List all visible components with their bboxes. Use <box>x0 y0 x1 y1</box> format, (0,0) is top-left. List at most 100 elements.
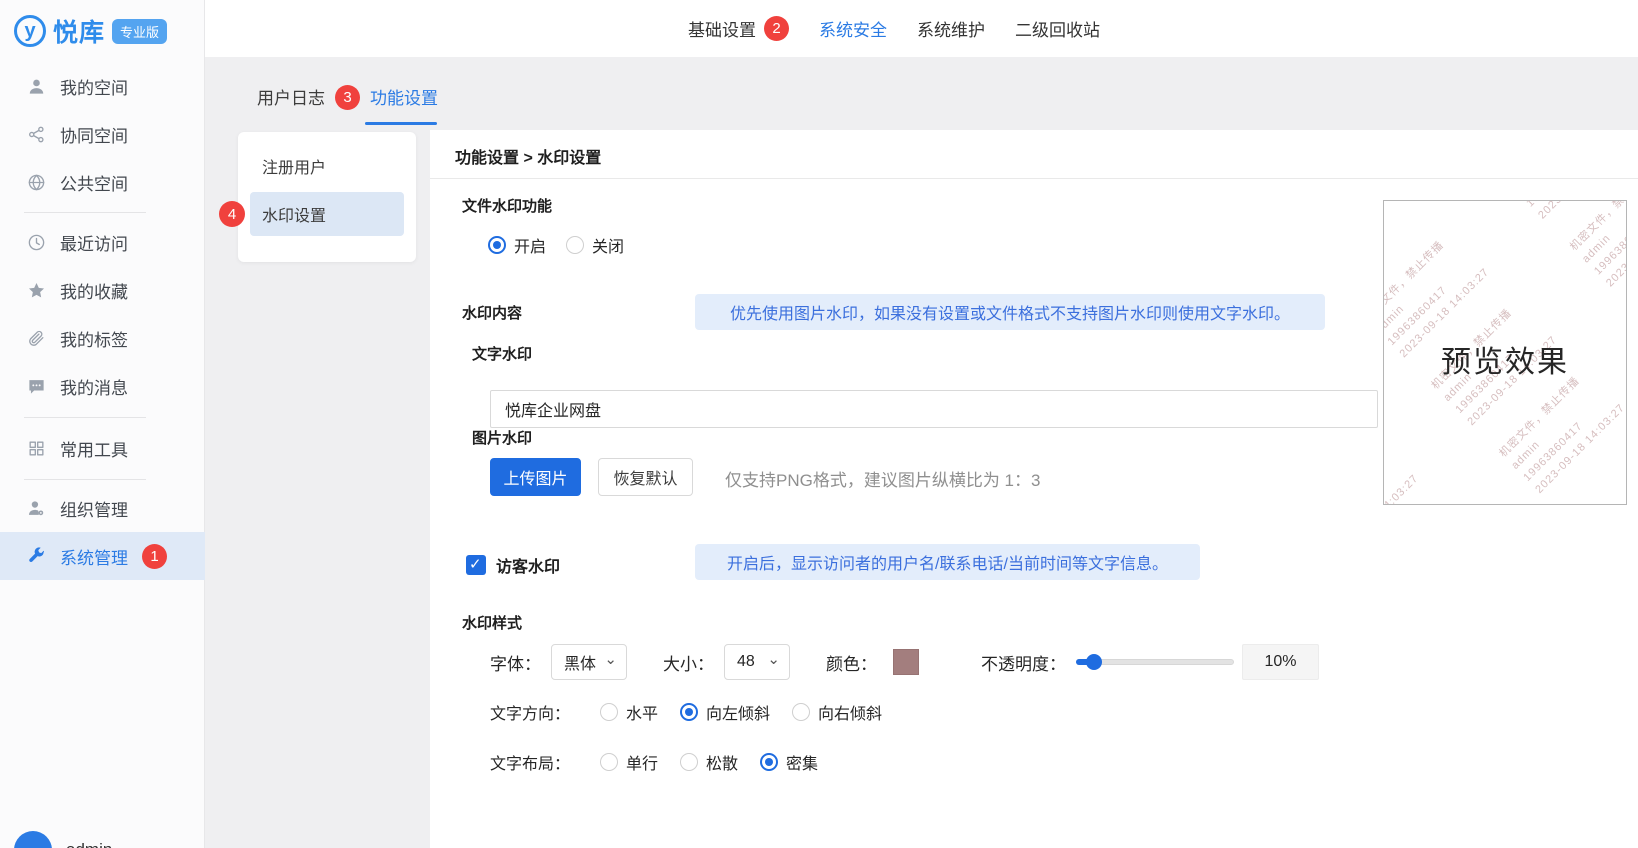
globe-icon <box>26 172 46 192</box>
settings-subnav: 注册用户 水印设置 4 <box>238 132 416 262</box>
text-layout-label: 文字布局： <box>490 750 570 774</box>
tab-user-logs[interactable]: 用户日志 <box>257 84 325 111</box>
watermark-sample-block: 机密文件，禁止传播 admin 19963860417 2023-09-18 1… <box>1383 414 1443 505</box>
top-nav-label: 基础设置 <box>688 16 756 41</box>
radio-label: 密集 <box>786 750 818 774</box>
visitor-watermark-checkbox-row[interactable]: 访客水印 <box>466 553 560 577</box>
radio-direction-tilt-right[interactable]: 向右倾斜 <box>792 700 882 724</box>
radio-layout-loose[interactable]: 松散 <box>680 750 738 774</box>
star-icon <box>26 280 46 300</box>
top-nav: 基础设置 2 系统安全 系统维护 二级回收站 <box>688 0 1100 57</box>
tab-label: 用户日志 <box>257 89 325 108</box>
step-badge-3: 3 <box>335 85 360 110</box>
sidebar-item-system-management[interactable]: 系统管理 1 <box>0 532 205 580</box>
watermark-sample-block: 机密文件，禁止传播 admin 19963860417 2023-09-18 1… <box>1567 200 1627 291</box>
radio-dot <box>566 236 584 254</box>
tab-function-settings[interactable]: 功能设置 <box>370 84 438 111</box>
size-select[interactable]: 48 <box>724 644 790 680</box>
radio-label: 向右倾斜 <box>818 700 882 724</box>
banner-text: 优先使用图片水印，如果没有设置或文件格式不支持图片水印则使用文字水印。 <box>730 300 1290 324</box>
watermark-content-label: 水印内容 <box>462 302 522 323</box>
paperclip-icon <box>26 328 46 348</box>
radio-dot <box>792 703 810 721</box>
image-watermark-label: 图片水印 <box>472 427 532 448</box>
file-watermark-radio-group: 开启 关闭 <box>488 233 624 257</box>
subnav-item-label: 水印设置 <box>262 202 326 226</box>
sidebar-item-my-space[interactable]: 我的空间 <box>0 64 205 108</box>
opacity-slider[interactable] <box>1076 654 1234 670</box>
user-icon <box>26 76 46 96</box>
sidebar-item-collab-space[interactable]: 协同空间 <box>0 112 205 156</box>
radio-dot <box>600 703 618 721</box>
panel-divider <box>430 178 1638 179</box>
grid-apps-icon <box>26 438 46 458</box>
brand-logo[interactable]: y 悦库 专业版 <box>14 13 167 49</box>
radio-layout-single-line[interactable]: 单行 <box>600 750 658 774</box>
subnav-item-watermark-settings[interactable]: 水印设置 <box>250 192 404 236</box>
sidebar-item-recent[interactable]: 最近访问 <box>0 220 205 264</box>
sidebar-item-public-space[interactable]: 公共空间 <box>0 160 205 204</box>
font-label: 字体： <box>490 650 541 675</box>
font-select-value: 黑体 <box>564 650 596 674</box>
watermark-preview-box: 机密文件，禁止传播 admin 19963860417 2023-09-18 1… <box>1383 200 1627 505</box>
top-nav-system-security[interactable]: 系统安全 <box>819 16 887 41</box>
radio-layout-dense[interactable]: 密集 <box>760 750 818 774</box>
sidebar-item-label: 协同空间 <box>60 122 128 147</box>
sidebar-user[interactable]: admin <box>14 831 112 848</box>
tab-label: 功能设置 <box>370 89 438 108</box>
sidebar-item-org-management[interactable]: 组织管理 <box>0 486 205 530</box>
radio-label: 向左倾斜 <box>706 700 770 724</box>
restore-default-button[interactable]: 恢复默认 <box>598 458 693 496</box>
sidebar-item-tags[interactable]: 我的标签 <box>0 316 205 360</box>
file-watermark-section-label: 文件水印功能 <box>462 195 552 216</box>
sidebar-item-tools[interactable]: 常用工具 <box>0 426 205 470</box>
app-root: 基础设置 2 系统安全 系统维护 二级回收站 y 悦库 专业版 我的 <box>0 0 1638 848</box>
sidebar-item-messages[interactable]: 我的消息 <box>0 364 205 408</box>
radio-direction-horizontal[interactable]: 水平 <box>600 700 658 724</box>
radio-label: 开启 <box>514 233 546 257</box>
top-nav-basic-settings[interactable]: 基础设置 2 <box>688 16 789 41</box>
radio-label: 单行 <box>626 750 658 774</box>
top-nav-recycle-bin[interactable]: 二级回收站 <box>1015 16 1100 41</box>
sidebar-divider <box>24 212 146 213</box>
sidebar-item-label: 组织管理 <box>60 496 128 521</box>
subnav-item-label: 注册用户 <box>262 154 326 178</box>
username: admin <box>66 840 112 848</box>
step-badge-1: 1 <box>142 544 167 569</box>
color-swatch[interactable] <box>893 649 919 675</box>
top-header: 基础设置 2 系统安全 系统维护 二级回收站 <box>205 0 1638 57</box>
top-nav-system-maintenance[interactable]: 系统维护 <box>917 16 985 41</box>
text-direction-label: 文字方向： <box>490 700 570 724</box>
radio-dot <box>680 753 698 771</box>
radio-dot <box>680 703 698 721</box>
upload-image-button[interactable]: 上传图片 <box>490 458 581 496</box>
brand-name: 悦库 <box>53 13 105 49</box>
sidebar-divider <box>24 417 146 418</box>
top-nav-label: 系统安全 <box>819 16 887 41</box>
slider-thumb[interactable] <box>1086 654 1102 670</box>
text-watermark-input[interactable] <box>490 390 1378 428</box>
radio-watermark-off[interactable]: 关闭 <box>566 233 624 257</box>
radio-label: 松散 <box>706 750 738 774</box>
radio-direction-tilt-left[interactable]: 向左倾斜 <box>680 700 770 724</box>
size-select-value: 48 <box>737 653 755 671</box>
visitor-watermark-banner: 开启后，显示访问者的用户名/联系电话/当前时间等文字信息。 <box>695 544 1200 580</box>
radio-watermark-on[interactable]: 开启 <box>488 233 546 257</box>
preview-title: 预览效果 <box>1384 337 1626 381</box>
font-select[interactable]: 黑体 <box>551 644 627 680</box>
sidebar-item-label: 我的标签 <box>60 326 128 351</box>
step-badge-2: 2 <box>764 16 789 41</box>
radio-dot <box>488 236 506 254</box>
user-gear-icon <box>26 498 46 518</box>
watermark-content-banner: 优先使用图片水印，如果没有设置或文件格式不支持图片水印则使用文字水印。 <box>695 294 1325 330</box>
sidebar-item-label: 最近访问 <box>60 230 128 255</box>
watermark-style-row: 字体： 黑体 大小： 48 颜色： 不透明度： 10% <box>490 643 1319 681</box>
sidebar-item-favorites[interactable]: 我的收藏 <box>0 268 205 312</box>
message-icon <box>26 376 46 396</box>
checkbox-checked-icon[interactable] <box>466 555 486 575</box>
radio-label: 关闭 <box>592 233 624 257</box>
sidebar-item-label: 我的收藏 <box>60 278 128 303</box>
text-watermark-label: 文字水印 <box>472 343 532 364</box>
subnav-item-registered-users[interactable]: 注册用户 <box>250 144 404 188</box>
sidebar-item-label: 公共空间 <box>60 170 128 195</box>
